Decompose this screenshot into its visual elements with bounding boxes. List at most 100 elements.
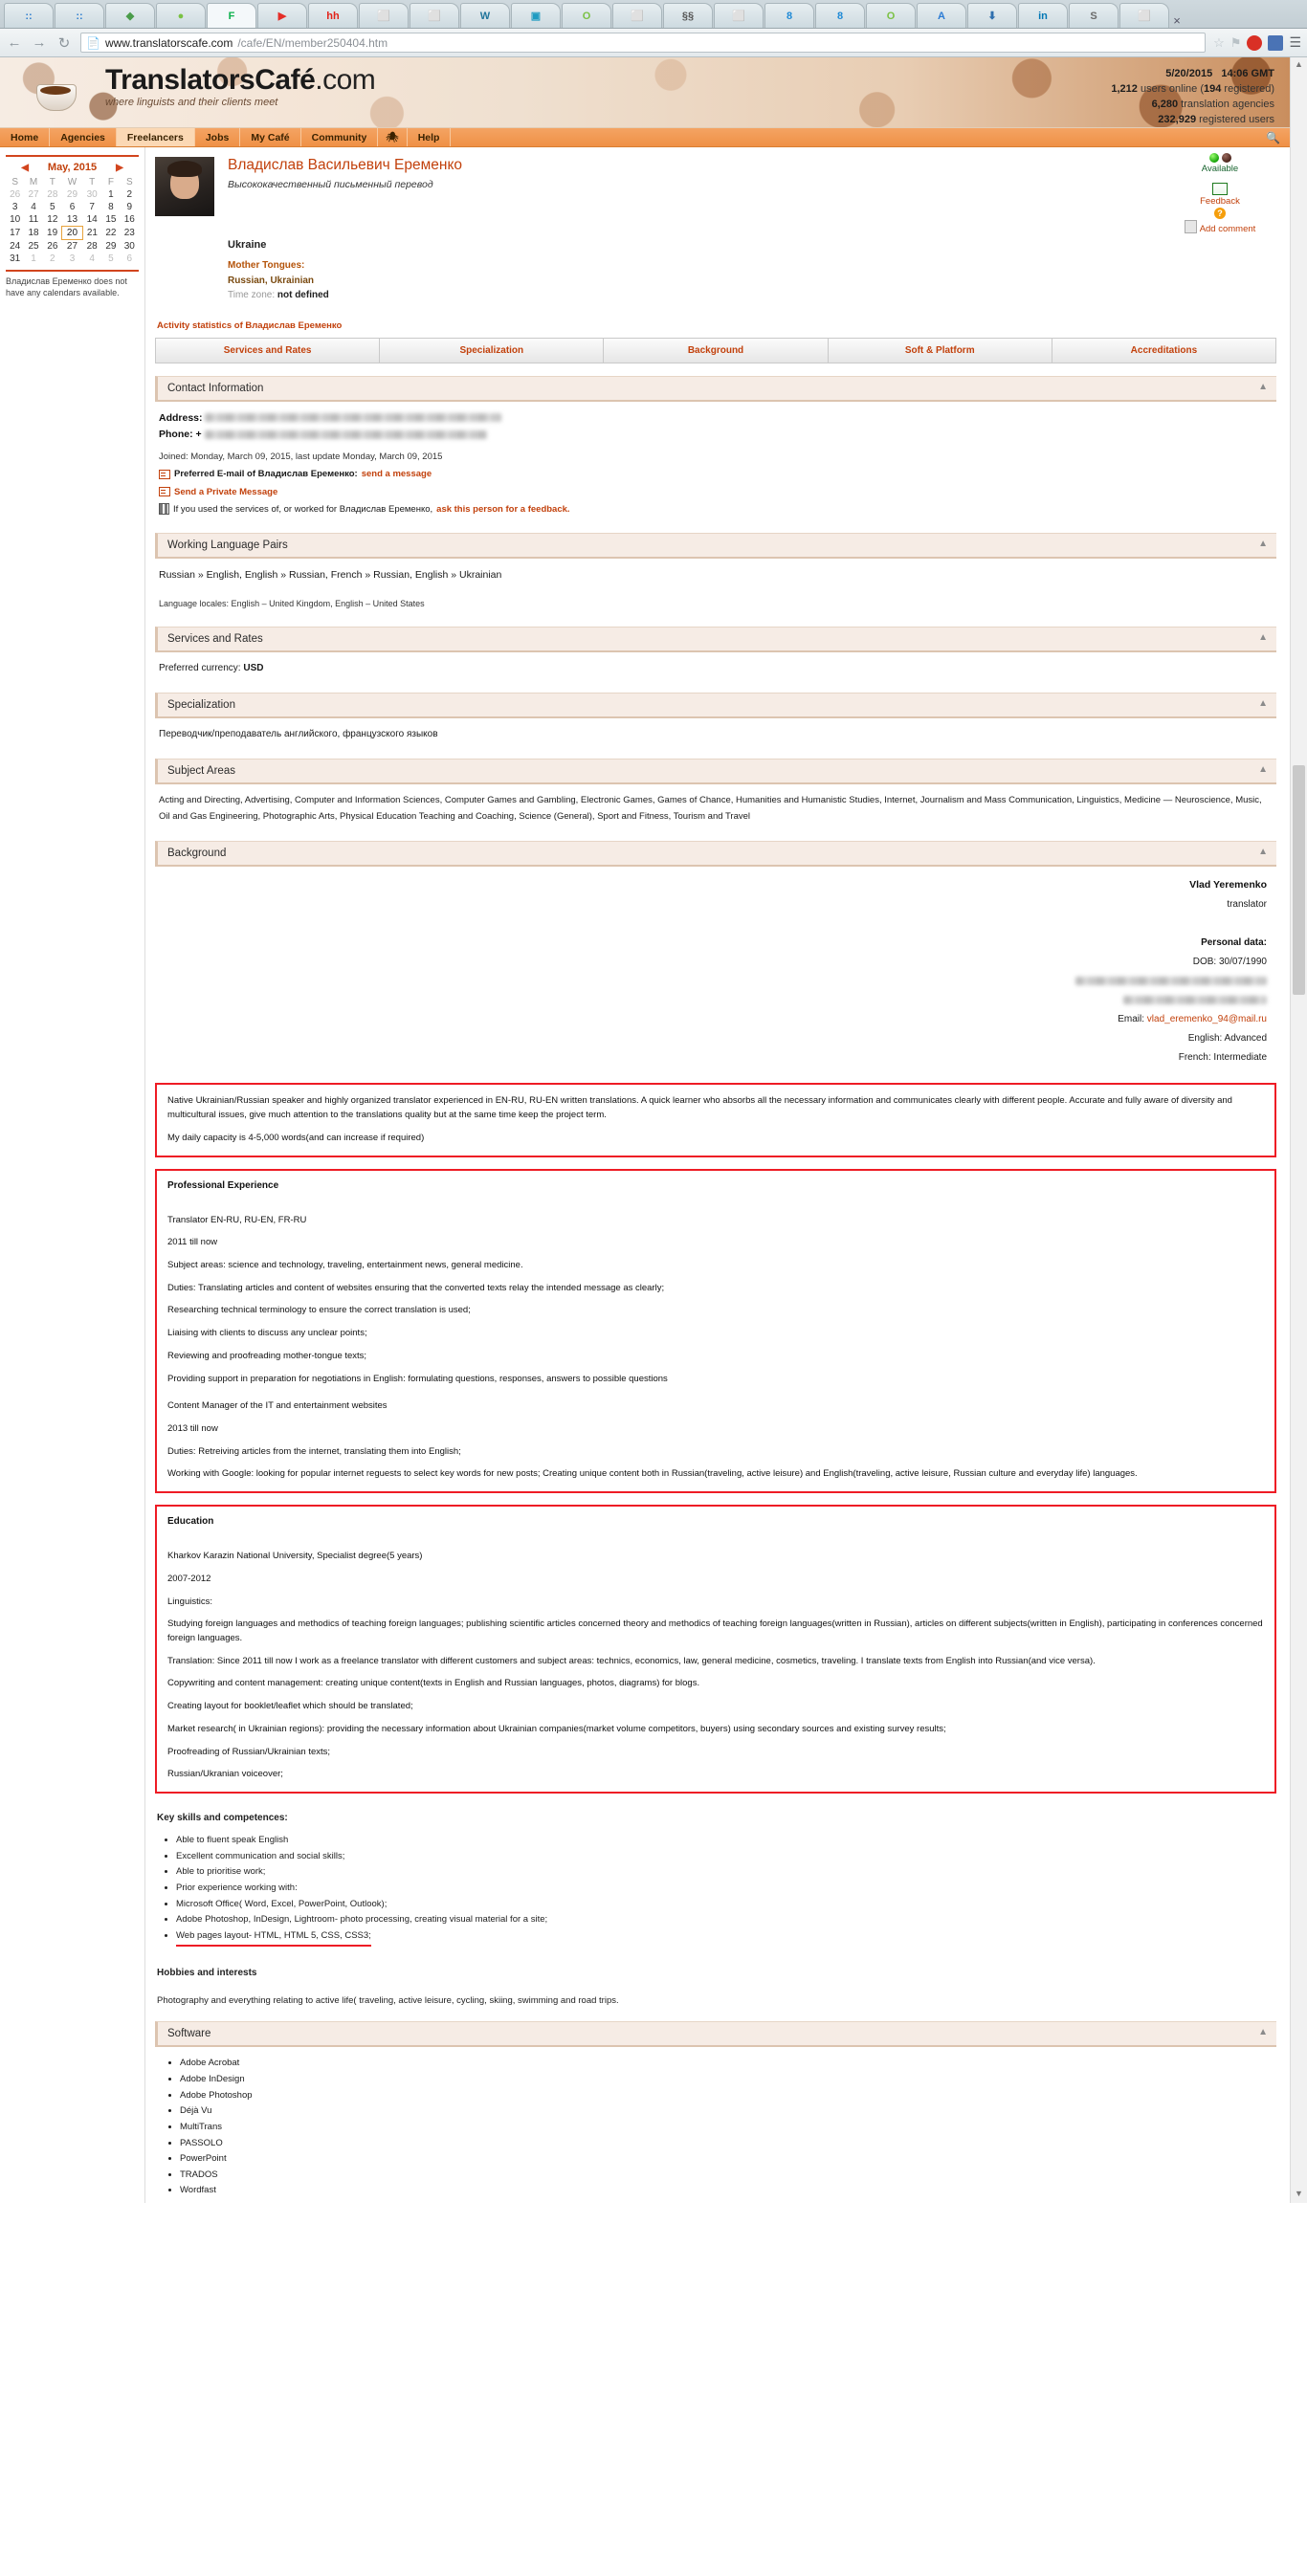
browser-tab[interactable]: in [1018, 3, 1068, 28]
activity-statistics-link[interactable]: Activity statistics of Владислав Еременк… [157, 320, 1276, 331]
browser-tab[interactable]: 8 [815, 3, 865, 28]
tab-accreditations[interactable]: Accreditations [1052, 338, 1276, 363]
calendar-day[interactable]: 1 [101, 188, 120, 201]
calendar-day[interactable]: 17 [6, 227, 24, 240]
tab-soft-platform[interactable]: Soft & Platform [828, 338, 1052, 363]
browser-tab[interactable]: ⬜ [714, 3, 764, 28]
panel-header-software[interactable]: Software ▲ [155, 2021, 1276, 2048]
browser-tab[interactable]: ▶ [257, 3, 307, 28]
chevron-up-icon[interactable]: ▲ [1258, 382, 1268, 392]
browser-tab[interactable]: ⬇ [967, 3, 1017, 28]
forward-arrow-icon[interactable]: → [31, 34, 48, 51]
nav-item-jobs[interactable]: Jobs [195, 128, 241, 146]
search-icon[interactable]: 🔍 [1266, 131, 1280, 144]
chevron-up-icon-lang[interactable]: ▲ [1258, 539, 1268, 549]
background-email-value[interactable]: vlad_eremenko_94@mail.ru [1147, 1014, 1267, 1024]
browser-tab[interactable]: O [866, 3, 916, 28]
panel-header-language-pairs[interactable]: Working Language Pairs ▲ [155, 532, 1276, 559]
calendar-day[interactable]: 15 [101, 213, 120, 227]
panel-header-background[interactable]: Background ▲ [155, 841, 1276, 868]
calendar-day[interactable]: 18 [24, 227, 42, 240]
scroll-up-arrow[interactable]: ▲ [1293, 59, 1305, 72]
extension-icon[interactable]: ⚑ [1230, 35, 1242, 51]
panel-header-subject-areas[interactable]: Subject Areas ▲ [155, 759, 1276, 785]
scrollbar-thumb[interactable] [1293, 765, 1305, 995]
browser-tab[interactable]: :: [55, 3, 104, 28]
tab-background[interactable]: Background [604, 338, 829, 363]
browser-tab[interactable]: S [1069, 3, 1119, 28]
browser-tab[interactable]: F [207, 3, 256, 28]
panel-header-contact[interactable]: Contact Information ▲ [155, 375, 1276, 402]
calendar-day[interactable]: 23 [121, 227, 139, 240]
translate-icon[interactable] [1268, 34, 1284, 51]
calendar-day[interactable]: 26 [6, 188, 24, 201]
browser-tabstrip[interactable]: :::: ◆ ● F ▶ hh ⬜ ⬜ W ▣ O ⬜ §§ ⬜ 8 8 O A ⬇ in S ⬜ × [0, 0, 1307, 29]
browser-tab[interactable]: :: [4, 3, 54, 28]
bookmark-star-icon[interactable]: ☆ [1213, 35, 1225, 51]
browser-tab[interactable]: ⬜ [410, 3, 459, 28]
nav-item-my-caf-[interactable]: My Café [240, 128, 301, 146]
panel-header-services[interactable]: Services and Rates ▲ [155, 627, 1276, 653]
calendar-day[interactable]: 1 [24, 253, 42, 265]
chevron-up-icon-bg[interactable]: ▲ [1258, 847, 1268, 857]
address-bar[interactable]: 📄 www.translatorscafe.com/cafe/EN/member… [80, 33, 1207, 53]
nav-item-freelancers[interactable]: Freelancers [116, 128, 195, 146]
browser-menu-icon[interactable]: ☰ [1289, 34, 1301, 51]
section-tabs[interactable]: Services and Rates Specialization Backgrou… [155, 337, 1276, 363]
browser-tab[interactable]: hh [308, 3, 358, 28]
calendar-day[interactable]: 30 [121, 240, 139, 253]
browser-tab[interactable]: §§ [663, 3, 713, 28]
calendar-day[interactable]: 28 [82, 240, 101, 253]
browser-tab[interactable]: W [460, 3, 510, 28]
back-arrow-icon[interactable]: ← [6, 34, 23, 51]
calendar-day[interactable]: 2 [43, 253, 62, 265]
calendar-day[interactable]: 4 [24, 201, 42, 213]
calendar-day[interactable]: 29 [101, 240, 120, 253]
browser-tab[interactable]: 8 [764, 3, 814, 28]
calendar-day[interactable]: 14 [82, 213, 101, 227]
add-comment-link[interactable]: Add comment [1167, 220, 1273, 234]
calendar-day[interactable]: 21 [82, 227, 101, 240]
calendar-day[interactable]: 5 [43, 201, 62, 213]
adblock-icon[interactable] [1247, 34, 1263, 51]
calendar-day[interactable]: 8 [101, 201, 120, 213]
calendar-day[interactable]: 20 [61, 226, 83, 240]
calendar-day[interactable]: 2 [121, 188, 139, 201]
send-message-link[interactable]: send a message [362, 467, 432, 481]
calendar-day[interactable]: 10 [6, 213, 24, 227]
chevron-up-icon-soft[interactable]: ▲ [1258, 2027, 1268, 2037]
main-navigation[interactable]: Home Agencies Freelancers Jobs My Café Commun… [0, 128, 1290, 147]
send-private-message-link[interactable]: Send a Private Message [174, 485, 277, 499]
browser-tab[interactable]: O [562, 3, 611, 28]
spider-icon[interactable]: 🕷 [378, 128, 408, 146]
calendar-day[interactable]: 13 [62, 213, 82, 227]
nav-item-home[interactable]: Home [0, 128, 51, 146]
scroll-down-arrow[interactable]: ▼ [1293, 2189, 1305, 2201]
browser-tab[interactable]: ◆ [105, 3, 155, 28]
browser-tab[interactable]: A [917, 3, 966, 28]
panel-header-specialization[interactable]: Specialization ▲ [155, 693, 1276, 719]
chevron-up-icon-subj[interactable]: ▲ [1258, 764, 1268, 775]
browser-tab[interactable]: ⬜ [1119, 3, 1169, 28]
calendar-day[interactable]: 6 [121, 253, 139, 265]
calendar-table[interactable]: SMTWTFS 26 27 28 29 30 1 2 3 4 5 6 7 8 9 10 11 12 13 14 15 1… [6, 176, 139, 265]
calendar-day[interactable]: 31 [6, 253, 24, 265]
calendar-day[interactable]: 27 [24, 188, 42, 201]
calendar-day[interactable]: 19 [43, 227, 62, 240]
next-month-arrow[interactable]: ▶ [116, 163, 123, 173]
page-scrollbar[interactable]: ▲ ▼ [1290, 57, 1307, 2204]
calendar-day[interactable]: 29 [62, 188, 82, 201]
question-mark-icon[interactable]: ? [1214, 208, 1226, 219]
calendar-day[interactable]: 27 [62, 240, 82, 253]
chevron-up-icon-services[interactable]: ▲ [1258, 632, 1268, 643]
calendar-day[interactable]: 28 [43, 188, 62, 201]
nav-item-help[interactable]: Help [408, 128, 452, 146]
calendar-day[interactable]: 9 [121, 201, 139, 213]
browser-tab[interactable]: ● [156, 3, 206, 28]
calendar-day[interactable]: 26 [43, 240, 62, 253]
calendar-day[interactable]: 3 [6, 201, 24, 213]
nav-item-agencies[interactable]: Agencies [50, 128, 117, 146]
tab-services-and-rates[interactable]: Services and Rates [156, 338, 381, 363]
site-logo[interactable]: TranslatorsCafé.com where linguists and … [105, 65, 376, 108]
calendar-day[interactable]: 11 [24, 213, 42, 227]
